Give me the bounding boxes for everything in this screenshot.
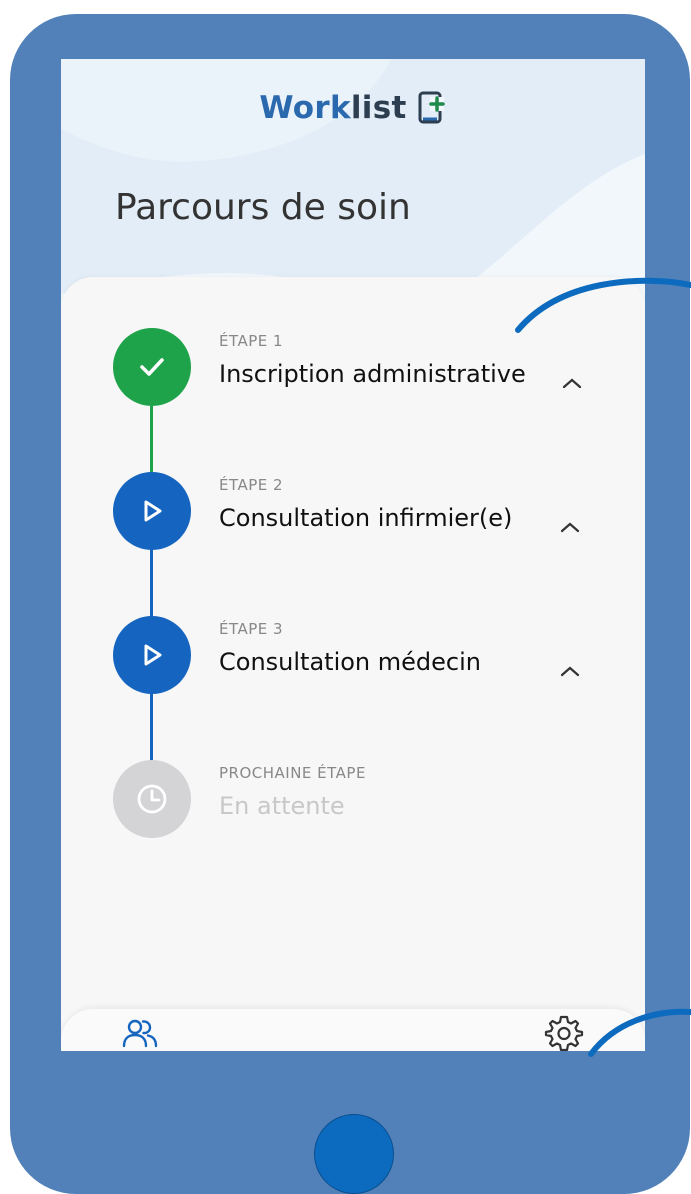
step-label: ÉTAPE 1 <box>219 332 284 350</box>
step-status-in-progress <box>113 616 191 694</box>
app-header: Worklist <box>61 86 645 130</box>
step-3: ÉTAPE 3 Consultation médecin <box>61 616 645 696</box>
clock-icon <box>137 784 167 814</box>
timeline-connector <box>150 692 153 767</box>
step-status-pending <box>113 760 191 838</box>
app-screen: Worklist Parcours de soin ÉTAPE 1 Inscri… <box>61 59 645 1051</box>
chevron-up-icon[interactable] <box>557 518 583 536</box>
play-icon <box>144 644 162 666</box>
chevron-up-icon[interactable] <box>559 374 585 392</box>
timeline-connector <box>150 549 153 624</box>
document-plus-icon <box>418 91 445 124</box>
page-title: Parcours de soin <box>115 187 411 228</box>
care-pathway-card: ÉTAPE 1 Inscription administrative ÉTAPE… <box>61 277 645 1047</box>
step-label: PROCHAINE ÉTAPE <box>219 764 366 782</box>
app-logo: Worklist <box>259 90 407 126</box>
decorative-arc <box>515 277 691 333</box>
step-title: Consultation infirmier(e) <box>219 504 513 532</box>
step-2: ÉTAPE 2 Consultation infirmier(e) <box>61 472 645 552</box>
step-label: ÉTAPE 2 <box>219 476 284 494</box>
home-button[interactable] <box>314 1114 394 1194</box>
step-status-in-progress <box>113 472 191 550</box>
timeline-connector <box>150 406 153 480</box>
decorative-arc <box>588 1008 691 1057</box>
step-title: En attente <box>219 792 345 820</box>
step-1: ÉTAPE 1 Inscription administrative <box>61 328 645 408</box>
step-title: Consultation médecin <box>219 648 481 676</box>
step-next: PROCHAINE ÉTAPE En attente <box>61 760 645 840</box>
step-title: Inscription administrative <box>219 360 526 388</box>
step-status-completed <box>113 328 191 406</box>
check-icon <box>140 358 164 376</box>
gear-icon[interactable] <box>544 1013 584 1051</box>
step-label: ÉTAPE 3 <box>219 620 284 638</box>
users-icon[interactable] <box>121 1017 161 1051</box>
chevron-up-icon[interactable] <box>557 662 583 680</box>
bottom-nav-bar <box>61 1009 645 1051</box>
play-icon <box>144 500 162 522</box>
